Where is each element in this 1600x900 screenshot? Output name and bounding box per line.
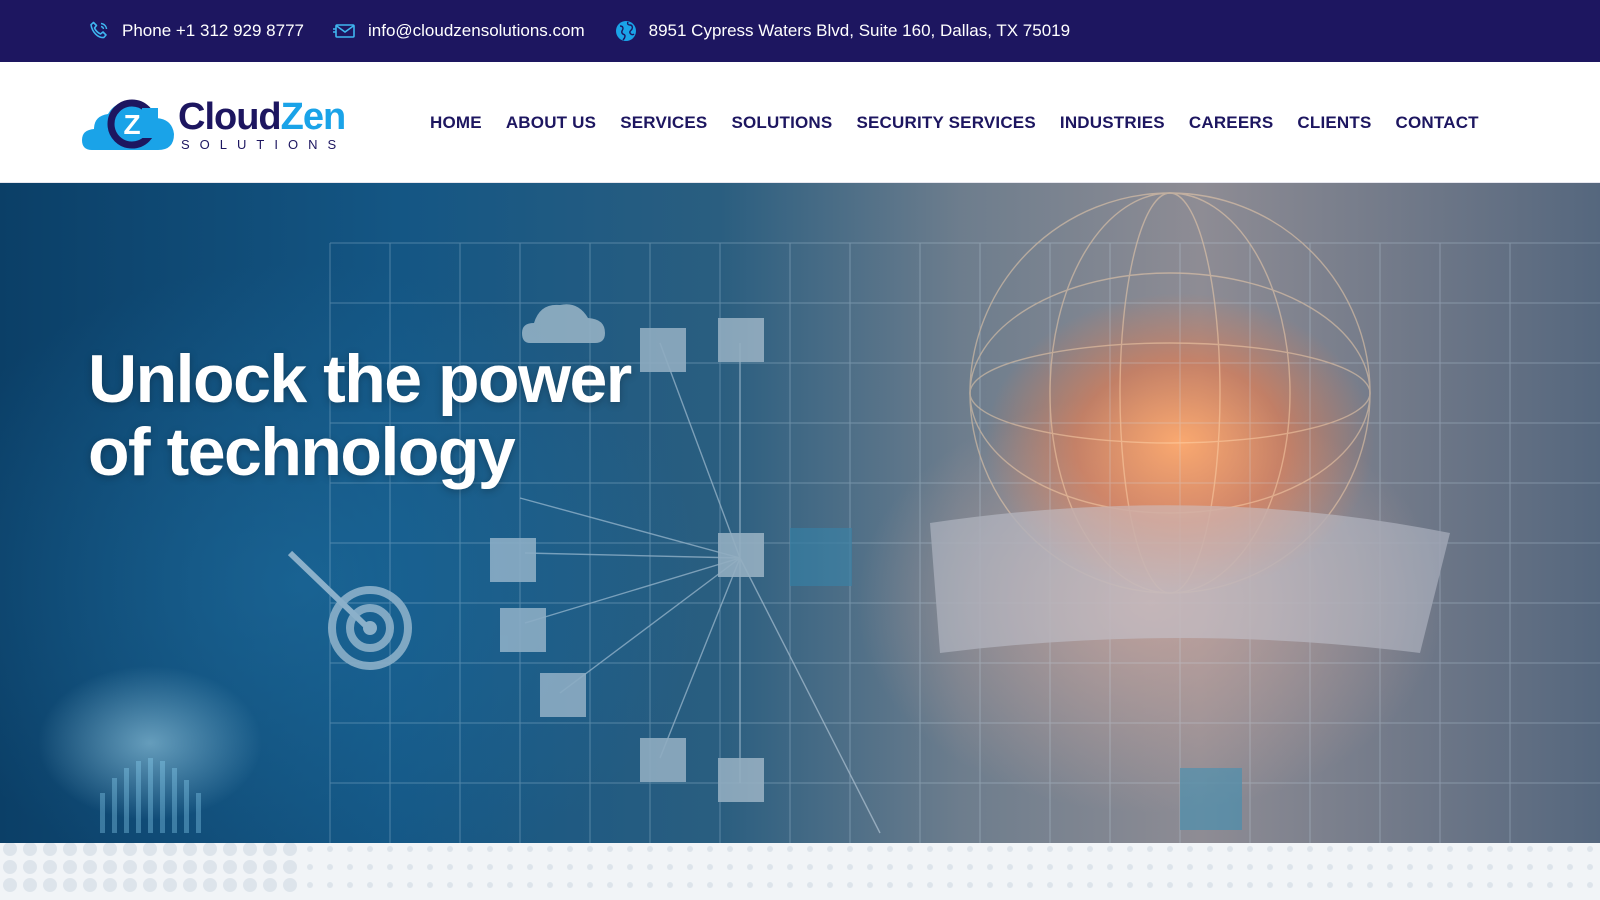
hero-title-line-2: of technology xyxy=(88,414,516,490)
nav-solutions[interactable]: SOLUTIONS xyxy=(731,113,832,133)
phone-text: Phone +1 312 929 8777 xyxy=(122,21,304,40)
nav-security-services[interactable]: SECURITY SERVICES xyxy=(856,113,1035,133)
address-text: 8951 Cypress Waters Blvd, Suite 160, Dal… xyxy=(648,21,1071,40)
hero-headline: Unlock the power of technology xyxy=(88,341,632,490)
logo-wordmark: CloudZen SOLUTIONS xyxy=(178,98,346,151)
hero-title-line-1: Unlock the power xyxy=(88,341,632,417)
logo-subtitle: SOLUTIONS xyxy=(181,136,347,152)
nav-careers[interactable]: CAREERS xyxy=(1189,113,1274,133)
address-contact: 8951 Cypress Waters Blvd, Suite 160, Dal… xyxy=(613,18,1070,44)
site-header: Z CloudZen SOLUTIONS HOME ABOUT US SERVI… xyxy=(0,62,1600,183)
phone-icon xyxy=(86,18,112,44)
nav-about-us[interactable]: ABOUT US xyxy=(506,113,596,133)
nav-industries[interactable]: INDUSTRIES xyxy=(1060,113,1165,133)
nav-clients[interactable]: CLIENTS xyxy=(1297,113,1371,133)
nav-home[interactable]: HOME xyxy=(430,113,482,133)
hero-background-graphic xyxy=(100,192,1600,843)
main-navigation: HOME ABOUT US SERVICES SOLUTIONS SECURIT… xyxy=(430,62,1503,183)
mail-icon xyxy=(332,18,358,44)
nav-contact[interactable]: CONTACT xyxy=(1396,113,1479,133)
cloud-logo-icon: Z xyxy=(82,94,176,154)
logo-name-zen: Zen xyxy=(280,95,347,138)
decorative-dot-pattern xyxy=(0,843,1600,900)
top-contact-bar: Phone +1 312 929 8777 info@cloudzensolut… xyxy=(0,0,1600,62)
globe-icon xyxy=(613,18,639,44)
logo-name-cloud: Cloud xyxy=(178,95,282,138)
email-text: info@cloudzensolutions.com xyxy=(367,21,585,40)
phone-contact[interactable]: Phone +1 312 929 8777 xyxy=(86,18,304,44)
logo-mark-letter: Z xyxy=(123,109,140,140)
email-contact[interactable]: info@cloudzensolutions.com xyxy=(332,18,585,44)
hero-banner: Unlock the power of technology xyxy=(0,183,1600,843)
site-logo[interactable]: Z CloudZen SOLUTIONS xyxy=(82,92,362,156)
nav-services[interactable]: SERVICES xyxy=(620,113,707,133)
